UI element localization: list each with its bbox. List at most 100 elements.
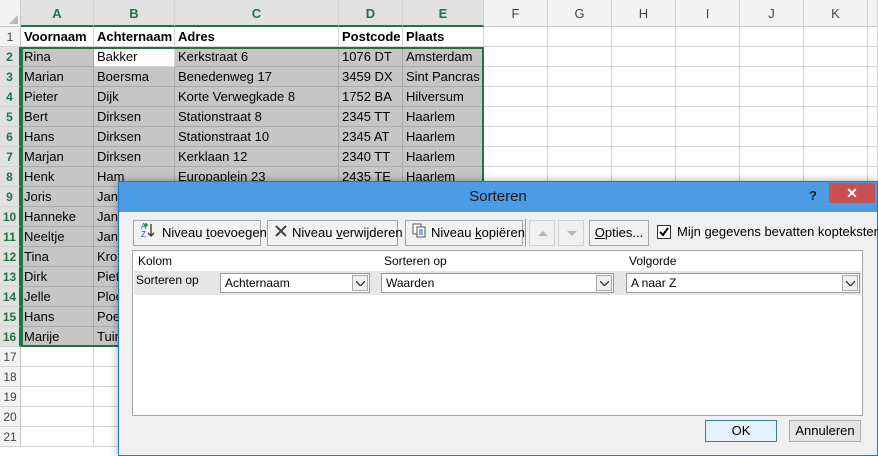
sheet-cell[interactable]: [21, 347, 94, 367]
sheet-cell[interactable]: Joris: [21, 187, 94, 207]
copy-level-button[interactable]: Niveau kopiëren: [405, 220, 525, 246]
sheet-cell[interactable]: [804, 67, 868, 87]
sheet-cell[interactable]: [21, 407, 94, 427]
sort-order-select[interactable]: A naar Z: [626, 273, 860, 293]
row-header[interactable]: 19: [0, 387, 21, 407]
row-header[interactable]: 14: [0, 287, 21, 307]
headers-checkbox[interactable]: [657, 225, 671, 239]
sheet-cell[interactable]: [804, 147, 868, 167]
row-header[interactable]: 13: [0, 267, 21, 287]
column-header-f[interactable]: F: [484, 0, 548, 27]
sheet-cell[interactable]: [548, 127, 612, 147]
column-header-b[interactable]: B: [94, 0, 175, 27]
row-header[interactable]: 2: [0, 47, 21, 67]
row-header[interactable]: 11: [0, 227, 21, 247]
sheet-cell[interactable]: Adres: [175, 27, 339, 47]
sheet-cell[interactable]: [676, 47, 740, 67]
sheet-cell[interactable]: Stationstraat 8: [175, 107, 339, 127]
sheet-cell[interactable]: [868, 67, 878, 87]
sheet-cell[interactable]: Hans: [21, 307, 94, 327]
help-button[interactable]: ?: [803, 186, 823, 206]
sheet-cell[interactable]: [484, 107, 548, 127]
sheet-cell[interactable]: [868, 107, 878, 127]
column-header-a[interactable]: A: [21, 0, 94, 27]
sheet-cell[interactable]: Haarlem: [403, 127, 484, 147]
sheet-cell[interactable]: Neeltje: [21, 227, 94, 247]
sheet-cell[interactable]: [484, 127, 548, 147]
row-header[interactable]: 15: [0, 307, 21, 327]
sheet-cell[interactable]: Sint Pancras: [403, 67, 484, 87]
sheet-cell[interactable]: Hilversum: [403, 87, 484, 107]
sheet-cell[interactable]: Amsterdam: [403, 47, 484, 67]
sheet-cell[interactable]: Haarlem: [403, 147, 484, 167]
active-cell[interactable]: Bakker: [94, 47, 175, 67]
sheet-cell[interactable]: [548, 47, 612, 67]
sheet-cell[interactable]: Plaats: [403, 27, 484, 47]
sheet-cell[interactable]: [612, 47, 676, 67]
sheet-cell[interactable]: [21, 427, 94, 447]
sheet-cell[interactable]: Postcode: [339, 27, 403, 47]
sheet-cell[interactable]: [484, 87, 548, 107]
sheet-cell[interactable]: 1752 BA: [339, 87, 403, 107]
sheet-cell[interactable]: [868, 147, 878, 167]
sheet-cell[interactable]: [804, 27, 868, 47]
sheet-cell[interactable]: [612, 27, 676, 47]
row-header[interactable]: 8: [0, 167, 21, 187]
sheet-cell[interactable]: [484, 27, 548, 47]
sheet-cell[interactable]: [804, 87, 868, 107]
sheet-cell[interactable]: [740, 107, 804, 127]
sheet-cell[interactable]: 2340 TT: [339, 147, 403, 167]
sheet-cell[interactable]: 2345 TT: [339, 107, 403, 127]
sheet-cell[interactable]: Haarlem: [403, 107, 484, 127]
sheet-cell[interactable]: [676, 87, 740, 107]
sheet-cell[interactable]: [740, 47, 804, 67]
move-down-button[interactable]: [558, 220, 584, 246]
column-header-h[interactable]: H: [612, 0, 676, 27]
sheet-cell[interactable]: [612, 67, 676, 87]
sheet-cell[interactable]: [612, 107, 676, 127]
sheet-cell[interactable]: [612, 127, 676, 147]
delete-level-button[interactable]: Niveau verwijderen: [267, 220, 403, 246]
sheet-cell[interactable]: 2345 AT: [339, 127, 403, 147]
sheet-cell[interactable]: [740, 147, 804, 167]
sheet-cell[interactable]: [612, 147, 676, 167]
sheet-cell[interactable]: [740, 87, 804, 107]
row-header[interactable]: 7: [0, 147, 21, 167]
row-header[interactable]: 9: [0, 187, 21, 207]
close-button[interactable]: ✕: [829, 183, 875, 203]
sheet-cell[interactable]: Voornaam: [21, 27, 94, 47]
column-header-e[interactable]: E: [403, 0, 484, 27]
column-header-i[interactable]: I: [676, 0, 740, 27]
column-header-l[interactable]: [868, 0, 878, 27]
sheet-cell[interactable]: Marian: [21, 67, 94, 87]
sheet-cell[interactable]: Dirksen: [94, 107, 175, 127]
sheet-cell[interactable]: [548, 87, 612, 107]
sheet-cell[interactable]: Pieter: [21, 87, 94, 107]
row-header[interactable]: 12: [0, 247, 21, 267]
sheet-cell[interactable]: Stationstraat 10: [175, 127, 339, 147]
sheet-cell[interactable]: [740, 27, 804, 47]
sheet-cell[interactable]: [804, 127, 868, 147]
sheet-cell[interactable]: [676, 127, 740, 147]
row-header[interactable]: 10: [0, 207, 21, 227]
dropdown-arrow-icon[interactable]: [352, 275, 368, 291]
sheet-cell[interactable]: 1076 DT: [339, 47, 403, 67]
sheet-cell[interactable]: [612, 87, 676, 107]
row-header[interactable]: 17: [0, 347, 21, 367]
sheet-cell[interactable]: Bert: [21, 107, 94, 127]
sheet-cell[interactable]: [484, 147, 548, 167]
move-up-button[interactable]: [529, 220, 555, 246]
sheet-cell[interactable]: [676, 107, 740, 127]
sheet-cell[interactable]: Hanneke: [21, 207, 94, 227]
sheet-cell[interactable]: Dirksen: [94, 127, 175, 147]
sheet-cell[interactable]: [484, 47, 548, 67]
select-all-corner[interactable]: [0, 0, 21, 27]
row-header[interactable]: 1: [0, 27, 21, 47]
sheet-cell[interactable]: [676, 147, 740, 167]
sheet-cell[interactable]: Kerkstraat 6: [175, 47, 339, 67]
row-header[interactable]: 18: [0, 367, 21, 387]
sheet-cell[interactable]: [804, 47, 868, 67]
cancel-button[interactable]: Annuleren: [789, 420, 861, 442]
sheet-cell[interactable]: Benedenweg 17: [175, 67, 339, 87]
sheet-cell[interactable]: [740, 127, 804, 147]
